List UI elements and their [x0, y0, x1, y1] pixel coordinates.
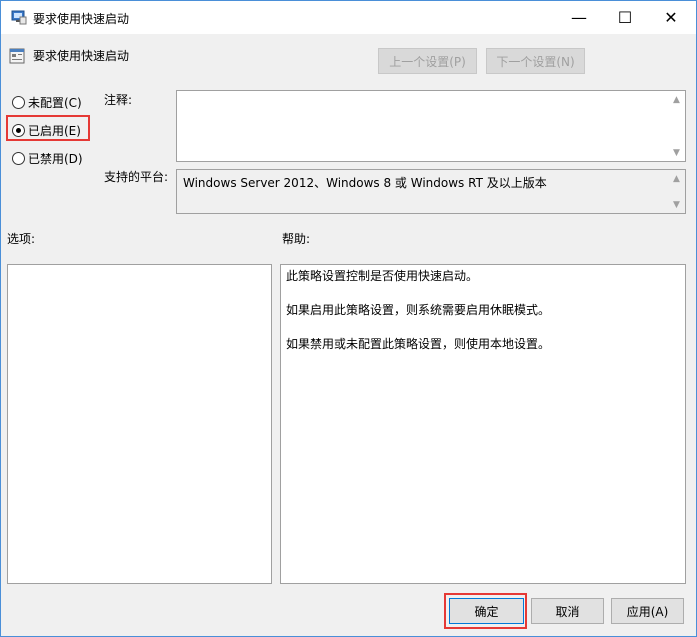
cancel-button[interactable]: 取消: [531, 598, 604, 624]
options-label: 选项:: [7, 232, 36, 246]
window-title: 要求使用快速启动: [33, 12, 130, 26]
radio-indicator: [12, 152, 25, 165]
previous-setting-button[interactable]: 上一个设置(P): [378, 48, 477, 74]
help-paragraph: 此策略设置控制是否使用快速启动。: [286, 269, 479, 283]
scroll-up-icon[interactable]: ▲: [668, 91, 685, 108]
policy-setting-icon: [9, 48, 25, 64]
minimize-button[interactable]: —: [556, 1, 602, 34]
scroll-up-icon[interactable]: ▲: [668, 170, 685, 187]
maximize-icon: ☐: [617, 8, 633, 27]
policy-window-icon: [11, 10, 27, 25]
minimize-icon: —: [571, 8, 587, 27]
enabled-highlight-box: [6, 115, 90, 141]
help-label: 帮助:: [282, 232, 311, 246]
apply-button[interactable]: 应用(A): [611, 598, 684, 624]
scroll-down-icon[interactable]: ▼: [668, 144, 685, 161]
policy-dialog: 要求使用快速启动 — ☐ ✕ 要求使用快速启动 上一个设置(P) 下一个设置(N…: [0, 0, 697, 637]
close-icon: ✕: [664, 8, 678, 27]
platform-scrollbar[interactable]: ▲ ▼: [668, 170, 685, 213]
policy-title: 要求使用快速启动: [33, 49, 130, 63]
scroll-down-icon[interactable]: ▼: [668, 196, 685, 213]
help-panel: 此策略设置控制是否使用快速启动。 如果启用此策略设置，则系统需要启用休眠模式。 …: [280, 264, 686, 584]
radio-not-configured[interactable]: 未配置(C): [12, 94, 82, 111]
close-button[interactable]: ✕: [648, 1, 694, 34]
help-paragraph: 如果启用此策略设置，则系统需要启用休眠模式。: [286, 303, 551, 317]
comment-field[interactable]: ▲ ▼: [176, 90, 686, 162]
platform-field: Windows Server 2012、Windows 8 或 Windows …: [176, 169, 686, 214]
radio-indicator: [12, 96, 25, 109]
platform-value: Windows Server 2012、Windows 8 或 Windows …: [183, 176, 547, 190]
ok-highlight-box: [444, 593, 527, 629]
comment-scrollbar[interactable]: ▲ ▼: [668, 91, 685, 161]
platform-label: 支持的平台:: [104, 170, 169, 184]
options-panel: [7, 264, 272, 584]
maximize-button[interactable]: ☐: [602, 1, 648, 34]
radio-disabled[interactable]: 已禁用(D): [12, 150, 83, 167]
radio-label: 未配置(C): [28, 96, 82, 110]
next-setting-button[interactable]: 下一个设置(N): [486, 48, 585, 74]
radio-label: 已禁用(D): [28, 152, 83, 166]
comment-label: 注释:: [104, 93, 133, 107]
help-paragraph: 如果禁用或未配置此策略设置，则使用本地设置。: [286, 337, 551, 351]
title-bar: 要求使用快速启动 — ☐ ✕: [1, 1, 696, 34]
